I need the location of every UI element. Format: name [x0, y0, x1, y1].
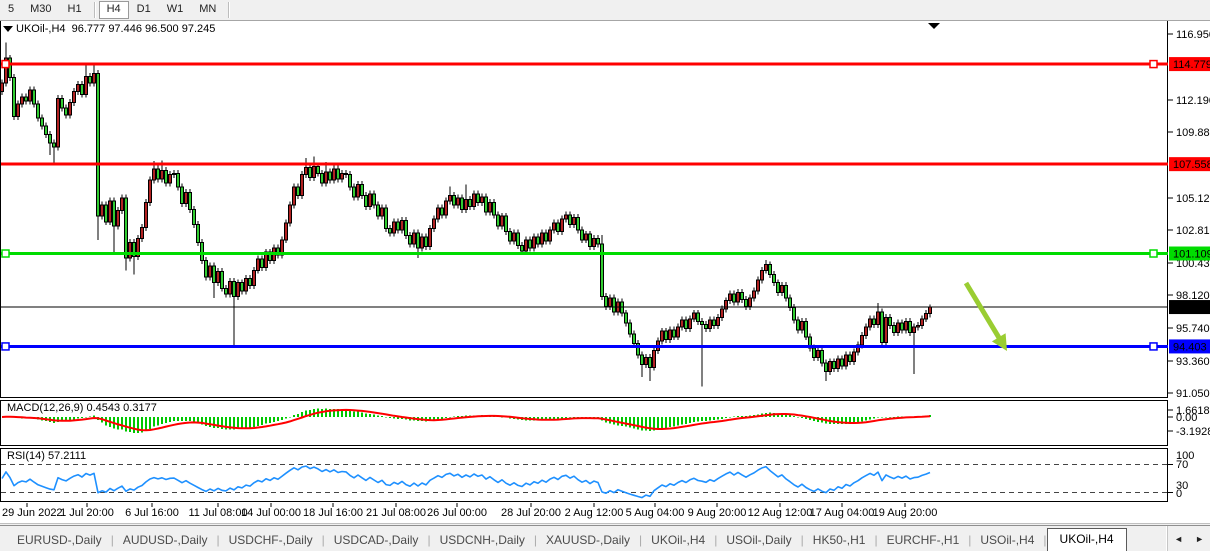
time-axis-label: 1 Jul 20:00 [60, 507, 114, 519]
chart-tab-hk50-h1[interactable]: HK50-,H1 [804, 530, 875, 551]
macd-indicator-label: MACD(12,26,9) 0.4543 0.3177 [7, 402, 157, 414]
time-axis-label: 18 Jul 16:00 [303, 507, 363, 519]
price-badge-label: 114.779 [1173, 59, 1210, 71]
level-handle[interactable] [1150, 343, 1157, 350]
macd-axis-label: 0.00 [1176, 412, 1197, 424]
timeframe-button-5[interactable]: 5 [0, 1, 22, 19]
chart-canvas[interactable]: 116.950112.190109.880105.120102.810100.4… [0, 0, 1210, 551]
timeframe-button-m30[interactable]: M30 [22, 1, 59, 19]
tab-scroll-left-icon[interactable]: ◄ [1168, 534, 1189, 544]
price-axis-label: 93.360 [1176, 356, 1210, 368]
macd-axis-label: -3.1928 [1176, 426, 1210, 438]
chart-tab-audusd-daily[interactable]: AUDUSD-,Daily [114, 530, 217, 551]
level-handle[interactable] [2, 250, 9, 257]
price-axis-label: 91.050 [1176, 388, 1210, 400]
chart-tab-usdcnh-daily[interactable]: USDCNH-,Daily [431, 530, 534, 551]
price-axis-label: 102.810 [1176, 225, 1210, 237]
rsi-axis-label: 0 [1176, 488, 1182, 500]
toolbar-separator [228, 2, 229, 18]
time-axis-label: 11 Jul 08:00 [188, 507, 247, 519]
tab-scroll-arrows: ◄► [1167, 526, 1210, 551]
price-badge-label: 97.245 [1173, 302, 1207, 314]
rsi-axis-label: 70 [1176, 459, 1188, 471]
chart-tab-xauusd-daily[interactable]: XAUUSD-,Daily [537, 530, 639, 551]
macd-panel [1, 401, 1168, 446]
rsi-panel [1, 449, 1168, 502]
price-axis-label: 112.190 [1176, 95, 1210, 107]
time-axis-label: 14 Jul 00:00 [241, 507, 301, 519]
mt4-window: { "toolbar": { "timeframes": ["5", "M30"… [0, 0, 1210, 551]
time-axis-label: 19 Aug 20:00 [873, 507, 938, 519]
time-axis-label: 17 Aug 04:00 [810, 507, 875, 519]
chart-tab-active-ukoil-h4[interactable]: UKOil-,H4 [1047, 528, 1127, 551]
chart-tab-usoil-h4[interactable]: USOil-,H4 [971, 530, 1043, 551]
time-axis-label: 26 Jul 00:00 [427, 507, 487, 519]
time-axis-label: 9 Aug 20:00 [688, 507, 747, 519]
toolbar-separator [94, 2, 95, 18]
price-axis-label: 109.880 [1176, 127, 1210, 139]
level-handle[interactable] [2, 343, 9, 350]
price-badge-label: 94.403 [1173, 341, 1207, 353]
chart-title: UKOil-,H4 96.777 97.446 96.500 97.245 [16, 23, 215, 35]
chart-title-dropdown-icon[interactable] [3, 26, 13, 32]
price-axis-label: 116.950 [1176, 29, 1210, 41]
time-axis-label: 12 Aug 12:00 [748, 507, 813, 519]
timeframe-button-h1[interactable]: H1 [60, 1, 90, 19]
price-badge-label: 107.558 [1173, 159, 1210, 171]
price-badge-label: 101.109 [1173, 249, 1210, 261]
chart-tab-usoil-daily[interactable]: USOil-,Daily [717, 530, 800, 551]
timeframe-button-h4[interactable]: H4 [99, 1, 129, 19]
rsi-indicator-label: RSI(14) 57.2111 [7, 450, 86, 462]
timeframe-button-mn[interactable]: MN [191, 1, 224, 19]
chart-tab-eurchf-h1[interactable]: EURCHF-,H1 [878, 530, 969, 551]
price-axis-label: 105.120 [1176, 193, 1210, 205]
chart-tab-usdcad-daily[interactable]: USDCAD-,Daily [325, 530, 428, 551]
main-chart-panel [1, 21, 1168, 398]
time-axis-label: 6 Jul 16:00 [125, 507, 179, 519]
chart-tab-usdchf-daily[interactable]: USDCHF-,Daily [220, 530, 322, 551]
chart-tab-eurusd-daily[interactable]: EURUSD-,Daily [8, 530, 111, 551]
timeframe-button-d1[interactable]: D1 [129, 1, 159, 19]
chart-tab-ukoil-h4[interactable]: UKOil-,H4 [642, 530, 714, 551]
time-axis-label: 2 Aug 12:00 [565, 507, 624, 519]
level-handle[interactable] [1150, 250, 1157, 257]
price-axis-label: 95.740 [1176, 323, 1210, 335]
level-handle[interactable] [2, 61, 9, 68]
time-axis-label: 21 Jul 08:00 [366, 507, 426, 519]
time-axis-label: 28 Jul 20:00 [501, 507, 561, 519]
timeframe-toolbar: 5M30H1 H4D1W1MN [0, 0, 1210, 21]
timeframe-button-w1[interactable]: W1 [159, 1, 192, 19]
tab-scroll-right-icon[interactable]: ► [1189, 534, 1210, 544]
level-handle[interactable] [1150, 61, 1157, 68]
time-axis-label: 5 Aug 04:00 [626, 507, 685, 519]
time-axis-label: 29 Jun 2022 [2, 507, 63, 519]
chart-tab-bar: EURUSD-,Daily|AUDUSD-,Daily|USDCHF-,Dail… [0, 525, 1210, 551]
